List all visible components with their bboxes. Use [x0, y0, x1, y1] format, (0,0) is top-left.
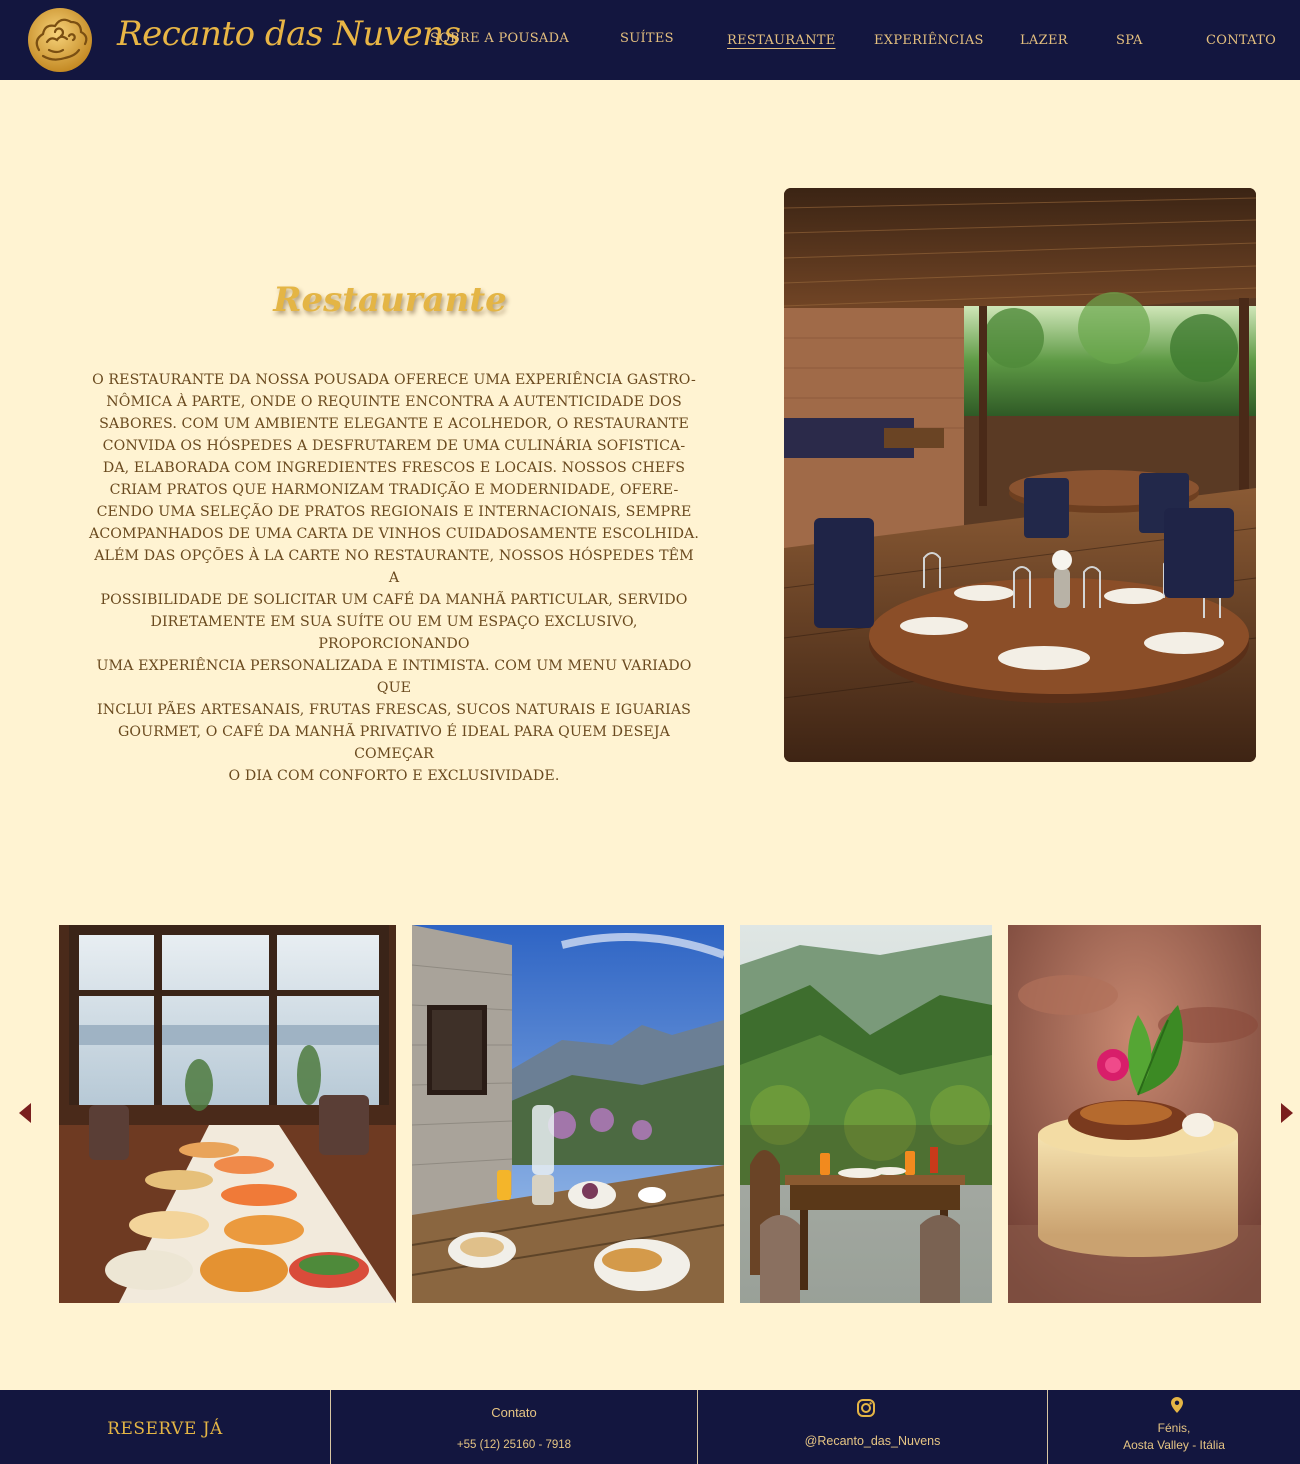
description-line: Além das opções à la carte no restaurant…: [94, 548, 694, 586]
description-line: acompanhados de uma carta de vinhos cuid…: [88, 526, 700, 542]
contact-label: Contato: [491, 1405, 537, 1420]
map-pin-icon: [1171, 1397, 1183, 1413]
site-footer: Reserve já Contato +55 (12) 25160 - 7918…: [0, 1390, 1300, 1464]
instagram-icon[interactable]: [856, 1398, 876, 1418]
description-line: criam pratos que harmonizam tradição e m…: [109, 482, 679, 498]
cloud-ornament-icon[interactable]: [25, 6, 95, 74]
valley-table-photo[interactable]: [740, 925, 992, 1303]
contact-phone[interactable]: +55 (12) 25160 - 7918: [331, 1439, 697, 1451]
description-line: nômica à parte, onde o requinte encontra…: [106, 394, 682, 410]
restaurant-interior-photo: [784, 188, 1256, 762]
nav-contato[interactable]: Contato: [1206, 33, 1276, 48]
nav-spa[interactable]: Spa: [1116, 33, 1143, 48]
nav-sobre-a-pousada[interactable]: Sobre a Pousada: [430, 31, 569, 46]
restaurant-description: O restaurante da nossa pousada oferece u…: [88, 369, 700, 787]
footer-divider: [697, 1390, 698, 1464]
instagram-handle[interactable]: @Recanto_das_Nuvens: [698, 1434, 1047, 1448]
location-city: Fénis,: [1157, 1421, 1191, 1435]
description-line: inclui pães artesanais, frutas frescas, …: [97, 702, 691, 718]
description-line: o dia com conforto e exclusividade.: [228, 768, 560, 784]
description-line: O restaurante da nossa pousada oferece u…: [92, 372, 696, 388]
brand-name[interactable]: Recanto das Nuvens: [117, 14, 461, 54]
description-line: da, elaborada com ingredientes frescos e…: [102, 460, 686, 476]
section-title: Restaurante: [273, 280, 507, 320]
description-line: uma experiência personalizada e intimist…: [96, 658, 692, 696]
location-region: Aosta Valley - Itália: [1123, 1438, 1225, 1452]
description-line: diretamente em sua suíte ou em um espaço…: [150, 614, 638, 652]
gourmet-dessert-photo[interactable]: [1008, 925, 1261, 1303]
nav-suites[interactable]: Suítes: [620, 31, 674, 46]
arrow-left-icon[interactable]: [19, 1103, 31, 1123]
buffet-photo[interactable]: [59, 925, 396, 1303]
description-line: gourmet, o café da manhã privativo é ide…: [118, 724, 670, 762]
footer-divider: [330, 1390, 331, 1464]
nav-restaurante[interactable]: Restaurante: [727, 33, 836, 48]
description-line: convida os hóspedes a desfrutarem de uma…: [102, 438, 686, 454]
nav-lazer[interactable]: Lazer: [1020, 33, 1068, 48]
mountain-breakfast-photo[interactable]: [412, 925, 724, 1303]
reserve-button[interactable]: Reserve já: [0, 1390, 330, 1464]
description-line: cendo uma seleção de pratos regionais e …: [96, 504, 692, 520]
arrow-right-icon[interactable]: [1281, 1103, 1293, 1123]
nav-experiencias[interactable]: Experiências: [874, 33, 984, 48]
description-line: possibilidade de solicitar um café da ma…: [100, 592, 688, 608]
site-header: Recanto das Nuvens Sobre a Pousada Suíte…: [0, 0, 1300, 80]
description-line: sabores. Com um ambiente elegante e acol…: [99, 416, 689, 432]
